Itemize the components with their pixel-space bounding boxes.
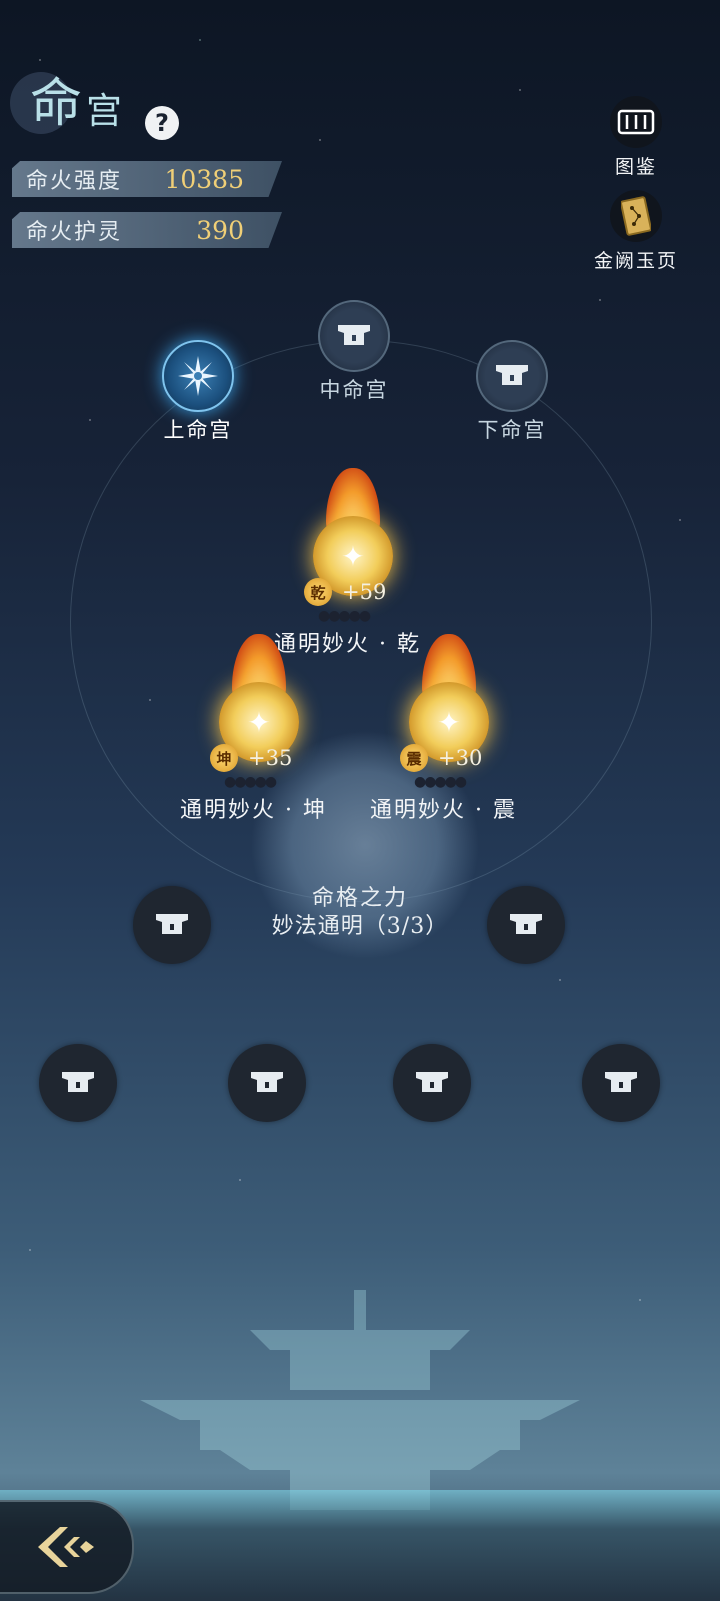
stat-value: 10385 <box>164 164 244 194</box>
stat-label: 命火护灵 <box>26 220 123 245</box>
sparkle-icon: ✦ <box>437 705 461 739</box>
title-small-char: 宫 <box>86 91 123 132</box>
level-pips: ●●●●● <box>414 774 467 790</box>
lock-icon <box>62 1072 94 1092</box>
fire-bonus: +30 <box>438 746 483 770</box>
stat-fire-strength: 命火强度 10385 <box>12 161 282 197</box>
lock-icon <box>416 1072 448 1092</box>
lock-icon <box>605 1072 637 1092</box>
locked-slot[interactable] <box>228 1044 306 1122</box>
sparkle-icon: ✦ <box>341 539 365 573</box>
locked-slot[interactable] <box>133 886 211 964</box>
trigram-tag: 震 <box>400 744 428 772</box>
fire-name: 通明妙火 · 震 <box>370 798 517 823</box>
sparkle-icon: ✦ <box>247 705 271 739</box>
lock-icon <box>510 914 542 934</box>
golden-page-button[interactable]: 金阙玉页 <box>594 190 678 273</box>
fire-bonus: +35 <box>248 746 293 770</box>
palace-upper-label: 上命宫 <box>163 418 233 442</box>
locked-slot[interactable] <box>487 886 565 964</box>
destiny-value[interactable]: 妙法通明（3/3） <box>0 908 720 940</box>
level-pips: ●●●●● <box>318 608 371 624</box>
fire-bonus: +59 <box>342 580 387 604</box>
stat-value: 390 <box>196 215 244 245</box>
stat-label: 命火强度 <box>26 169 123 194</box>
palace-middle[interactable]: 中命宫 <box>318 300 390 404</box>
codex-label: 图鉴 <box>614 156 657 178</box>
fire-zhen[interactable]: ✦ 震 +30 ●●●●● <box>400 634 494 790</box>
lock-icon <box>251 1072 283 1092</box>
trigram-tag: 坤 <box>210 744 238 772</box>
lock-icon <box>318 300 390 372</box>
fire-name: 通明妙火 · 坤 <box>180 798 327 823</box>
palace-upper[interactable]: 上命宫 <box>162 340 234 444</box>
title-big-char: 命 <box>30 74 83 134</box>
level-pips: ●●●●● <box>224 774 277 790</box>
palace-silhouette <box>140 1290 580 1510</box>
lock-icon <box>156 914 188 934</box>
fire-kun[interactable]: ✦ 坤 +35 ●●●●● <box>210 634 304 790</box>
page-title: 命 宫 <box>30 78 122 130</box>
palace-lower-label: 下命宫 <box>477 418 547 442</box>
lock-icon <box>476 340 548 412</box>
codex-button[interactable]: 图鉴 <box>610 96 662 179</box>
golden-page-label: 金阙玉页 <box>594 250 679 272</box>
scroll-icon <box>610 96 662 148</box>
locked-slot[interactable] <box>39 1044 117 1122</box>
fire-qian[interactable]: ✦ 乾 +59 ●●●●● <box>304 468 398 624</box>
locked-slot[interactable] <box>393 1044 471 1122</box>
help-button[interactable]: ? <box>145 106 179 140</box>
palace-lower[interactable]: 下命宫 <box>476 340 548 444</box>
back-button[interactable] <box>0 1500 134 1594</box>
snowflake-star-icon <box>162 340 234 412</box>
trigram-tag: 乾 <box>304 578 332 606</box>
back-arrow-icon <box>38 1527 94 1567</box>
star-map-card-icon <box>610 190 662 242</box>
locked-slot[interactable] <box>582 1044 660 1122</box>
stat-fire-guard: 命火护灵 390 <box>12 212 282 248</box>
palace-middle-label: 中命宫 <box>319 378 389 402</box>
